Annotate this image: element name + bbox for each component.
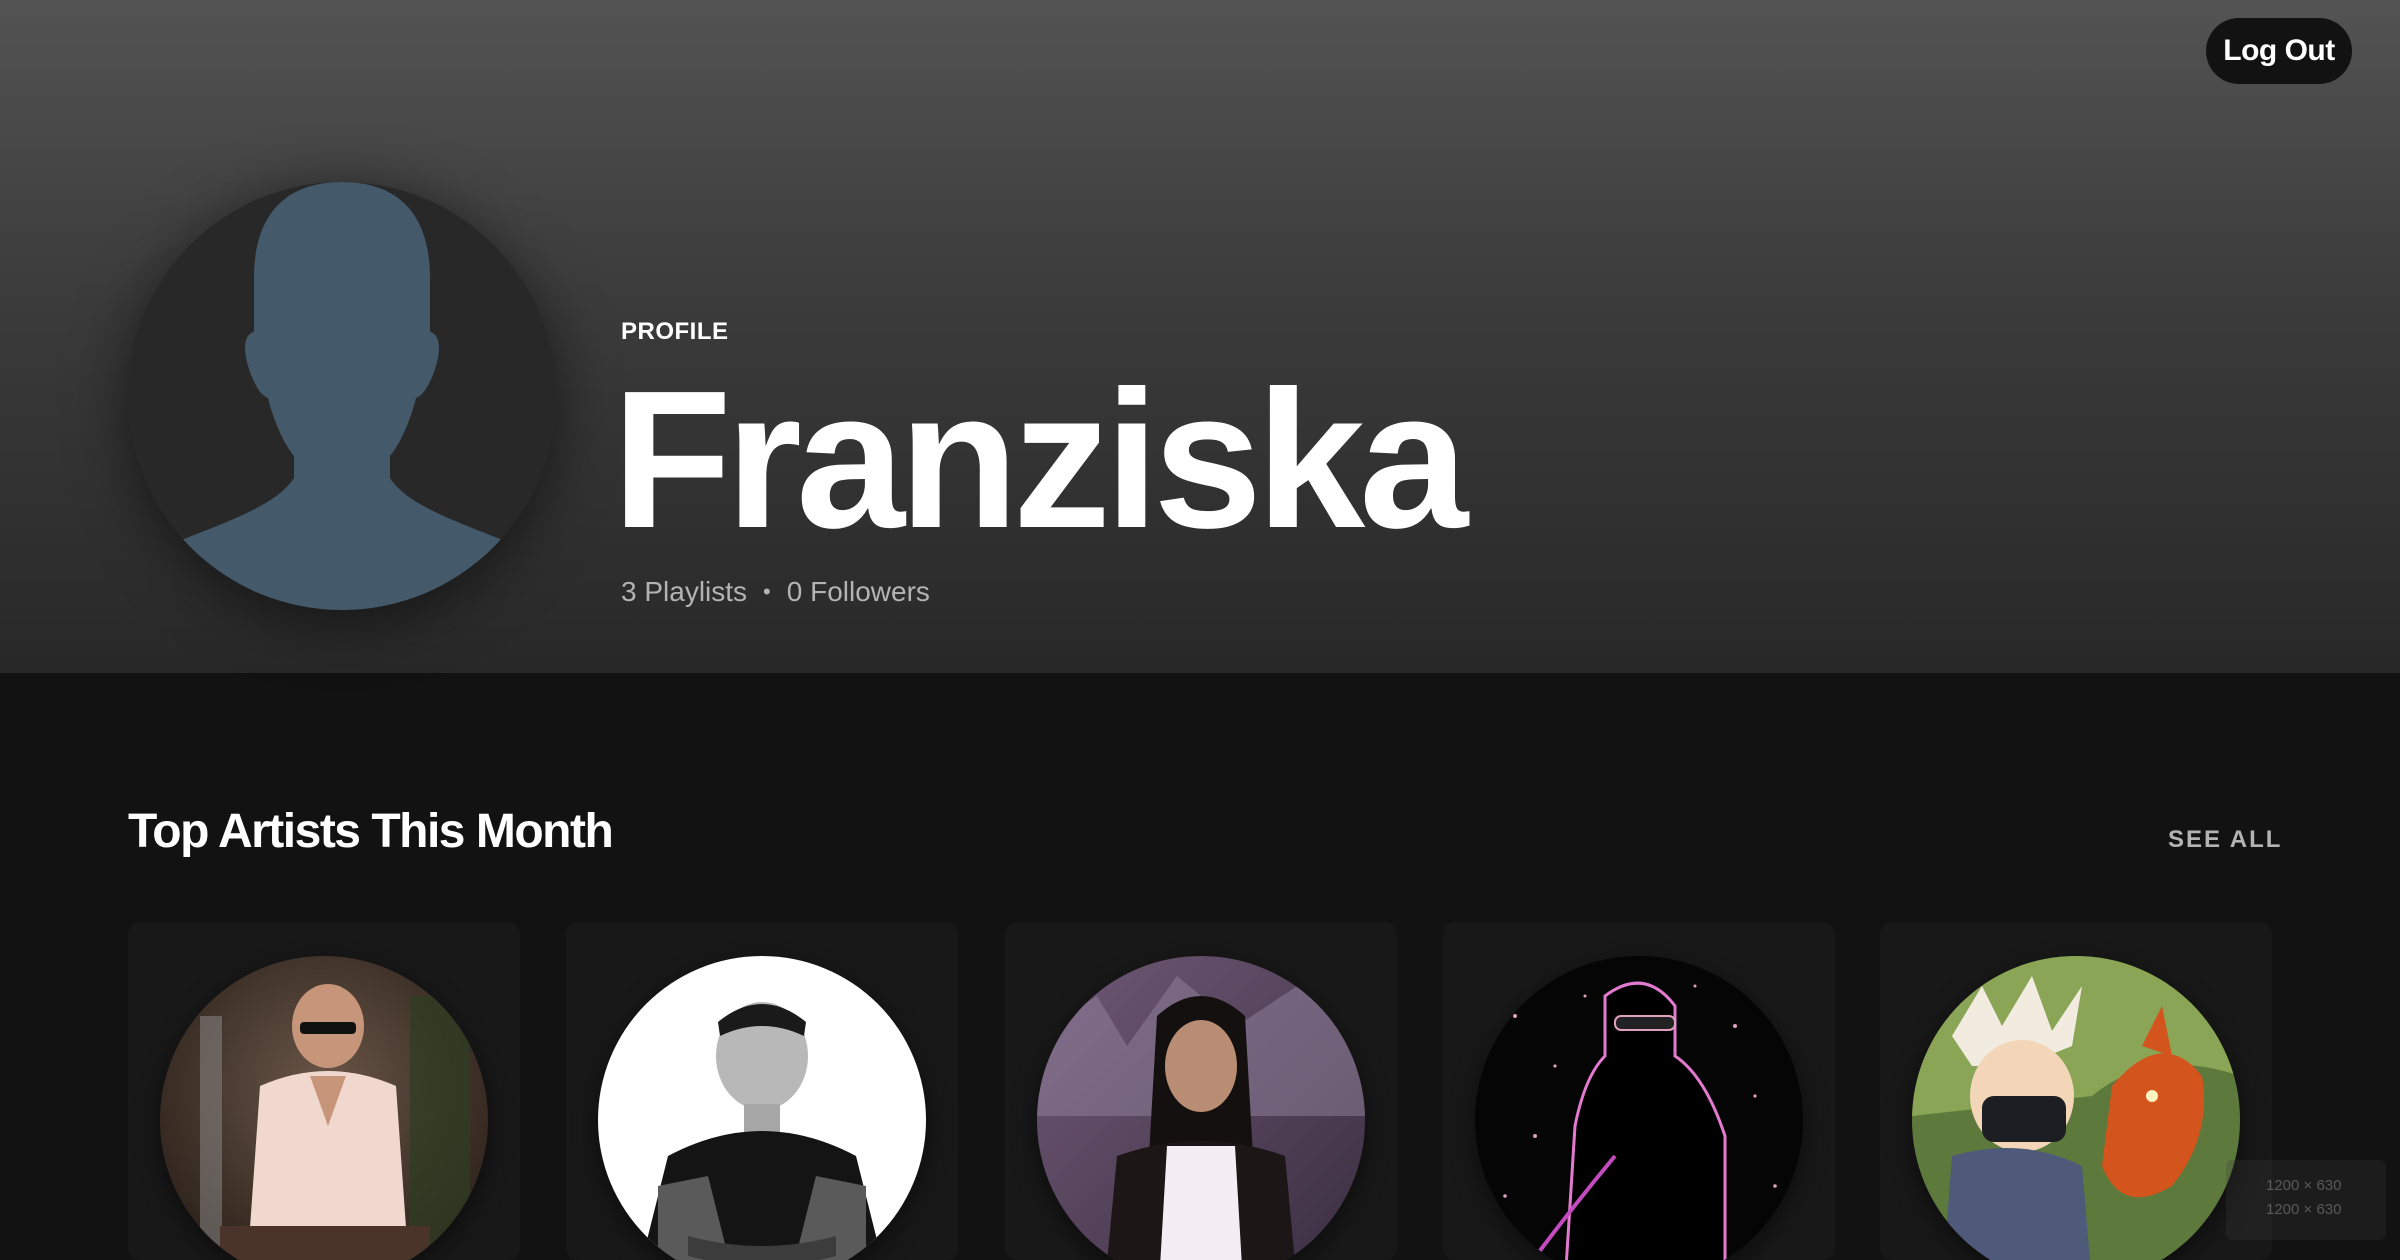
- profile-avatar: [128, 182, 556, 610]
- see-all-link[interactable]: SEE ALL: [2168, 826, 2282, 854]
- user-silhouette-icon: [128, 182, 556, 610]
- artist-image: [160, 956, 488, 1260]
- artist-image: [1475, 956, 1803, 1260]
- artist-image: [598, 956, 926, 1260]
- profile-header: Log Out PROFILE Franziska 3 Playlists • …: [0, 0, 2400, 673]
- top-artists-title: Top Artists This Month: [128, 805, 614, 858]
- window-size-label: 1200 × 630: [2266, 1201, 2342, 1218]
- profile-stats: 3 Playlists • 0 Followers: [621, 576, 930, 608]
- artist-card[interactable]: [1005, 922, 1397, 1260]
- viewport-size-label: 1200 × 630: [2266, 1177, 2342, 1194]
- playlists-count[interactable]: 3 Playlists: [621, 576, 747, 608]
- profile-kicker: PROFILE: [621, 318, 729, 345]
- followers-count[interactable]: 0 Followers: [787, 576, 930, 608]
- viewport-size-overlay: 1200 × 630 1200 × 630: [2226, 1160, 2386, 1240]
- profile-name: Franziska: [612, 350, 1468, 569]
- profile-page: Log Out PROFILE Franziska 3 Playlists • …: [0, 0, 2400, 1260]
- artist-card[interactable]: [566, 922, 958, 1260]
- top-artists-grid: [128, 922, 2272, 1260]
- artist-image: [1912, 956, 2240, 1260]
- logout-button[interactable]: Log Out: [2206, 18, 2352, 84]
- artist-card[interactable]: [128, 922, 520, 1260]
- stats-separator: •: [763, 579, 771, 604]
- artist-card[interactable]: [1443, 922, 1835, 1260]
- artist-image: [1037, 956, 1365, 1260]
- artist-card[interactable]: [1880, 922, 2272, 1260]
